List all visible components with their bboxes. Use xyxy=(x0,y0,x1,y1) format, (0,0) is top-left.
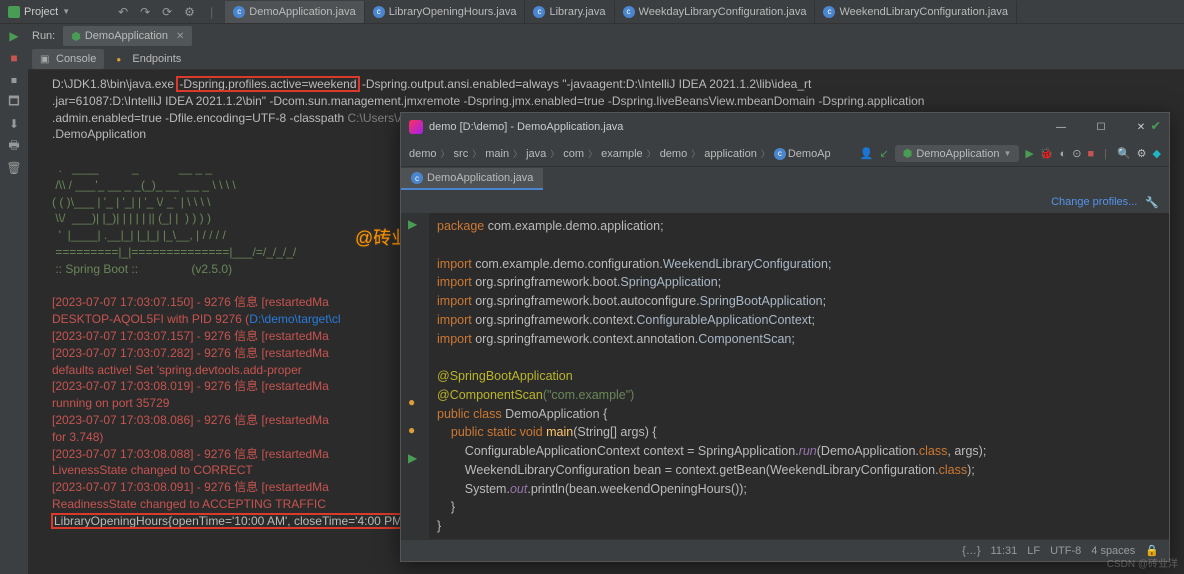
java-icon: c xyxy=(411,172,423,184)
intellij-icon xyxy=(409,120,423,134)
endpoints-icon xyxy=(116,53,128,65)
file-tab-weekday[interactable]: cWeekdayLibraryConfiguration.java xyxy=(615,1,816,23)
file-tab-weekend[interactable]: cWeekendLibraryConfiguration.java xyxy=(815,1,1017,23)
bean-icon[interactable]: ● xyxy=(408,423,422,437)
file-tab-libraryopeninghours[interactable]: cLibraryOpeningHours.java xyxy=(365,1,526,23)
search-icon[interactable]: 🔍 xyxy=(1117,147,1131,160)
stop-icon[interactable]: ■ xyxy=(1087,148,1094,160)
terminal-icon xyxy=(40,53,52,65)
rerun-icon[interactable]: ▶ xyxy=(6,28,22,44)
status-encoding[interactable]: UTF-8 xyxy=(1050,545,1081,557)
file-tab-bar: cDemoApplication.java cLibraryOpeningHou… xyxy=(225,1,1184,23)
status-bar: {…} 11:31 LF UTF-8 4 spaces 🔒 xyxy=(401,539,1169,561)
status-line-ending[interactable]: LF xyxy=(1027,545,1040,557)
project-dropdown[interactable]: Project ▼ xyxy=(0,6,78,18)
maximize-button[interactable]: ☐ xyxy=(1081,114,1121,140)
run-config-selector[interactable]: ⬢ DemoApplication ▼ xyxy=(895,145,1020,162)
print-icon[interactable]: 🖶 xyxy=(6,138,22,154)
profile-icon[interactable]: ⊙ xyxy=(1072,147,1081,160)
run-tool-gutter: ▶ ■ ⏹ 🗖 ⬇ 🖶 🗑 xyxy=(0,24,28,574)
code-editor[interactable]: package com.example.demo.application; im… xyxy=(429,213,1169,539)
chevron-down-icon: ▼ xyxy=(62,7,70,16)
trash-icon[interactable]: 🗑 xyxy=(6,160,22,176)
build-icon[interactable]: ↙ xyxy=(879,147,888,160)
highlighted-jvm-arg: -Dspring.profiles.active=weekend xyxy=(177,77,358,91)
chevron-down-icon: ▼ xyxy=(1003,149,1011,158)
spring-icon: ⬢ xyxy=(71,30,81,43)
download-icon[interactable]: ⬇ xyxy=(6,116,22,132)
endpoints-tab[interactable]: Endpoints xyxy=(108,49,189,69)
status-caret-pos[interactable]: 11:31 xyxy=(991,545,1018,557)
wrench-icon[interactable]: 🔧 xyxy=(1145,196,1159,209)
separator: | xyxy=(210,5,213,19)
run-icon[interactable]: ▶ xyxy=(1025,147,1033,160)
bc-demo[interactable]: demo xyxy=(409,148,437,160)
java-icon: c xyxy=(823,6,835,18)
java-icon: c xyxy=(774,148,786,160)
run-label: Run: xyxy=(32,30,55,42)
java-icon: c xyxy=(373,6,385,18)
window-titlebar[interactable]: demo [D:\demo] - DemoApplication.java — … xyxy=(401,113,1169,141)
console-tab[interactable]: Console xyxy=(32,49,104,69)
minimize-button[interactable]: — xyxy=(1041,114,1081,140)
user-icon[interactable]: 👤 xyxy=(860,147,874,160)
file-tab-demoapplication[interactable]: cDemoApplication.java xyxy=(225,1,364,23)
project-icon xyxy=(8,6,20,18)
coverage-icon[interactable]: ◐ xyxy=(1060,148,1067,160)
spring-icon: ⬢ xyxy=(903,147,913,160)
file-tab-library[interactable]: cLibrary.java xyxy=(525,1,614,23)
exit-icon[interactable]: ⏹ xyxy=(6,72,22,88)
close-icon[interactable]: ✕ xyxy=(176,31,184,42)
stop-icon[interactable]: ■ xyxy=(6,50,22,66)
sync-icon[interactable]: ⟳ xyxy=(162,5,176,19)
gear-icon[interactable]: ⚙ xyxy=(184,5,198,19)
java-icon: c xyxy=(623,6,635,18)
java-icon: c xyxy=(533,6,545,18)
editor-tab[interactable]: c DemoApplication.java xyxy=(401,168,543,190)
run-line-icon[interactable]: ▶ xyxy=(408,217,422,231)
project-label: Project xyxy=(24,6,58,18)
jrebel-icon[interactable]: ◆ xyxy=(1153,147,1161,160)
run-config-tab[interactable]: ⬢ DemoApplication ✕ xyxy=(63,26,192,46)
editor-window: demo [D:\demo] - DemoApplication.java — … xyxy=(400,112,1170,562)
run-line-icon[interactable]: ▶ xyxy=(408,451,422,465)
nav-back-icon[interactable]: ↶ xyxy=(118,5,132,19)
highlighted-output: LibraryOpeningHours{openTime='10:00 AM',… xyxy=(52,514,410,528)
status-folding[interactable]: {…} xyxy=(962,545,980,557)
window-title: demo [D:\demo] - DemoApplication.java xyxy=(429,121,1041,133)
java-icon: c xyxy=(233,6,245,18)
bean-icon[interactable]: ● xyxy=(408,395,422,409)
csdn-watermark: CSDN @砖业洋 xyxy=(1107,555,1178,570)
layout-icon[interactable]: 🗖 xyxy=(6,94,22,110)
settings-icon[interactable]: ⚙ xyxy=(1137,147,1147,160)
spring-banner: . ____ _ __ _ _ /\\ / ___'_ __ _ _(_)_ _… xyxy=(52,161,296,259)
debug-icon[interactable]: 🐞 xyxy=(1040,147,1054,160)
change-profiles-link[interactable]: Change profiles... xyxy=(1051,196,1137,208)
nav-fwd-icon[interactable]: ↷ xyxy=(140,5,154,19)
breadcrumb: demo〉 src〉 main〉 java〉 com〉 example〉 dem… xyxy=(401,141,1169,167)
editor-gutter: ▶ ● ● ▶ xyxy=(401,213,429,539)
